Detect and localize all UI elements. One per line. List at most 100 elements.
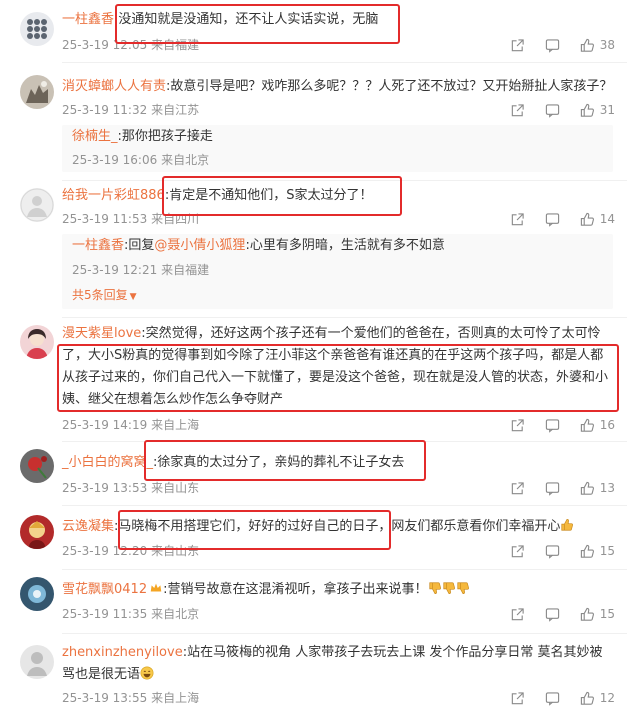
comment-button[interactable] [545,607,560,622]
comment-icon [545,607,559,622]
mention-link[interactable]: @聂小倩小狐狸 [154,238,245,253]
share-button[interactable] [510,103,525,118]
like-button[interactable]: 12 [580,691,615,706]
reply-box: 徐楠生_:那你把孩子接走 25-3-19 16:06 来自北京 [62,125,613,172]
like-button[interactable]: 13 [580,481,615,496]
comment-date: 25-3-19 13:53 [62,481,148,495]
like-count: 12 [599,691,615,705]
share-icon [511,103,524,116]
comment-actions: 31 [490,101,615,119]
comment-actions: 38 [490,36,615,54]
caret-down-icon: ▼ [129,292,137,302]
comment-meta: 25-3-19 13:53 来自山东 [62,480,199,496]
username[interactable]: zhenxinzhenyilove [62,645,183,660]
comment-body: 故意引导是吧？戏咋那么多呢？？？人死了还不放过？又开始掰扯人家孩子？ [170,79,613,94]
like-button[interactable]: 16 [580,418,615,433]
like-count: 31 [599,103,615,117]
comment-body: 营销号故意在这混淆视听，拿孩子出来说事！ [167,582,428,597]
share-button[interactable] [510,691,525,706]
comment-icon [545,691,559,706]
username[interactable]: 漫天紫星love [62,326,141,341]
like-count: 15 [599,607,615,621]
like-button[interactable]: 38 [580,38,615,53]
highlight-box [118,510,391,550]
username[interactable]: 云逸凝集 [62,519,114,534]
like-count: 14 [599,212,615,226]
like-icon [580,691,594,705]
reply-date: 25-3-19 12:21 [72,263,158,277]
like-icon [580,544,594,558]
more-replies-link[interactable]: 共5条回复 ▼ [72,287,137,305]
share-icon [511,691,524,704]
highlight-box [144,440,426,481]
avatar[interactable] [20,188,54,222]
like-button[interactable]: 15 [580,607,615,622]
share-button[interactable] [510,38,525,53]
like-count: 13 [599,481,615,495]
reply-location: 来自福建 [161,263,210,277]
comment-button[interactable] [545,38,560,53]
comment-text: zhenxinzhenyilove:站在马筱梅的视角 人家带孩子去玩去上课 发个… [62,645,603,682]
comment-actions: 16 [490,416,615,434]
like-icon [580,212,594,226]
comment-text: 雪花飘飘0412:营销号故意在这混淆视听，拿孩子出来说事！ [62,579,613,601]
avatar[interactable] [20,449,54,483]
username[interactable]: 雪花飘飘0412 [62,582,147,597]
like-button[interactable]: 14 [580,212,615,227]
like-button[interactable]: 15 [580,544,615,559]
share-button[interactable] [510,544,525,559]
like-count: 15 [599,544,615,558]
avatar[interactable] [20,325,54,359]
crown-badge [150,583,162,592]
username[interactable]: 一柱鑫香 [62,12,114,27]
comment-button[interactable] [545,418,560,433]
highlight-box [57,344,619,412]
share-button[interactable] [510,212,525,227]
comment-icon [545,103,559,118]
avatar[interactable] [20,645,54,679]
like-icon [580,607,594,621]
avatar[interactable] [20,577,54,611]
comment-date: 25-3-19 11:32 [62,103,148,117]
avatar[interactable] [20,515,54,549]
comment-date: 25-3-19 11:53 [62,212,148,226]
thumbs-up-emoji [561,518,574,531]
reply-text: 徐楠生_:那你把孩子接走 [72,129,213,144]
comment-meta: 25-3-19 11:35 来自北京 [62,606,199,622]
username[interactable]: 消灭蟑螂人人有责 [62,79,166,94]
comment-actions: 13 [490,479,615,497]
comment-item: 消灭蟑螂人人有责:故意引导是吧？戏咋那么多呢？？？人死了还不放过？又开始掰扯人家… [0,70,627,180]
comment-button[interactable] [545,481,560,496]
username[interactable]: 给我一片彩虹886 [62,188,165,203]
thumbs-down-emoji [428,582,469,595]
highlight-box [115,4,400,44]
share-button[interactable] [510,607,525,622]
avatar[interactable] [20,75,54,109]
comment-button[interactable] [545,691,560,706]
reply-body: 那你把孩子接走 [121,129,213,144]
comment-location: 来自上海 [151,418,200,432]
like-count: 38 [599,38,615,52]
comment-button[interactable] [545,212,560,227]
avatar[interactable] [20,12,54,46]
like-icon [580,38,594,52]
reply-username[interactable]: 一柱鑫香 [72,238,124,253]
share-button[interactable] [510,481,525,496]
comment-icon [545,38,559,53]
like-icon [580,103,594,117]
reply-prefix: 回复 [128,238,155,253]
comment-button[interactable] [545,103,560,118]
comment-actions: 12 [490,689,615,707]
comment-location: 来自山东 [151,481,200,495]
more-replies-label: 共5条回复 [72,288,128,302]
share-icon [511,212,524,225]
comment-item: 雪花飘飘0412:营销号故意在这混淆视听，拿孩子出来说事！ 25-3-19 11… [0,569,627,633]
username[interactable]: _小白白的窝窝_ [62,455,153,470]
reply-username[interactable]: 徐楠生_ [72,129,118,144]
comment-meta: 25-3-19 13:55 来自上海 [62,690,199,706]
like-count: 16 [599,418,615,432]
like-button[interactable]: 31 [580,103,615,118]
share-button[interactable] [510,418,525,433]
share-icon [511,544,524,557]
comment-button[interactable] [545,544,560,559]
